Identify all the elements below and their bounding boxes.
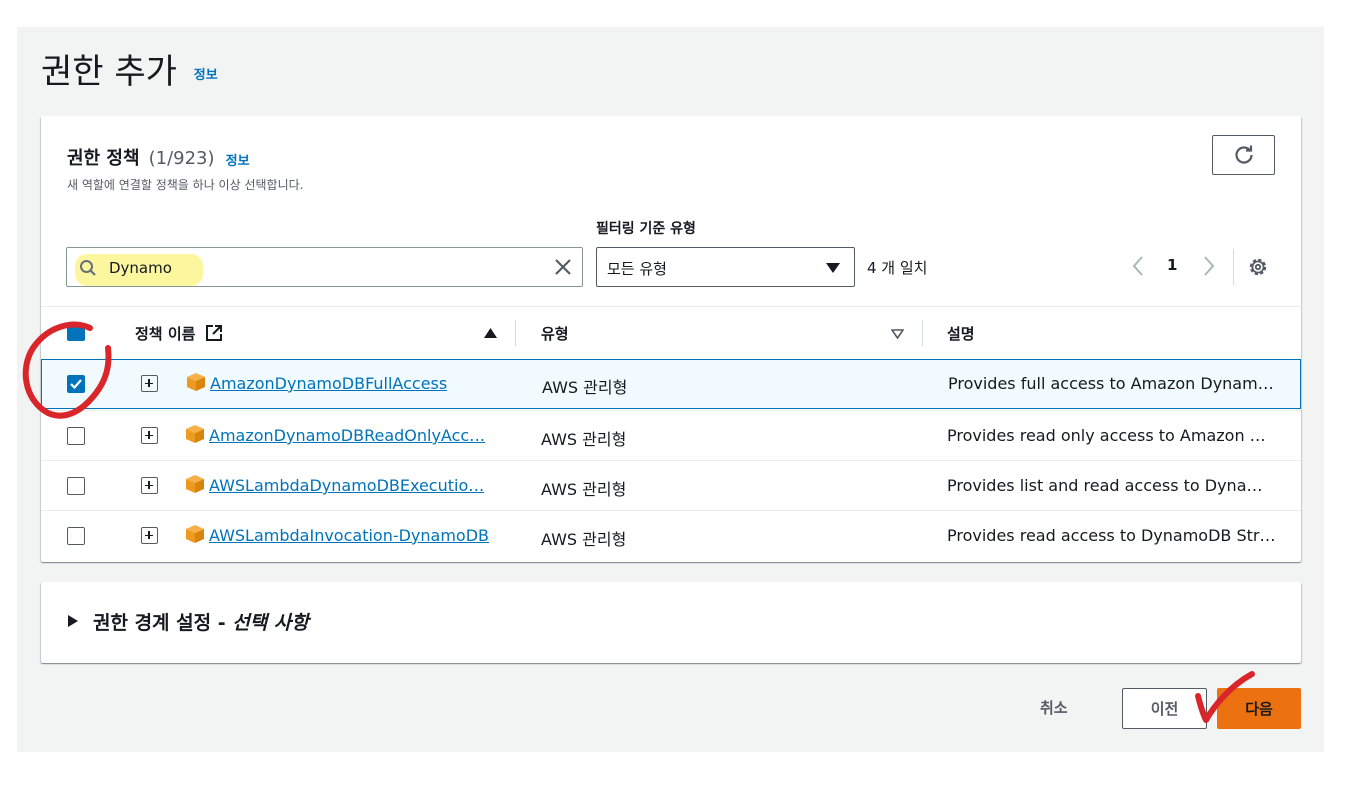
row-checkbox[interactable] — [67, 427, 85, 445]
aws-managed-policy-icon — [186, 425, 204, 443]
next-button[interactable]: 다음 — [1217, 688, 1301, 729]
select-all-checkbox[interactable] — [67, 323, 85, 341]
table-header: 정책 이름 유형 설명 — [41, 307, 1301, 359]
page-number[interactable]: 1 — [1167, 256, 1177, 274]
panel-title: 권한 정책 — [67, 148, 140, 169]
table-row[interactable]: AWSLambdaInvocation-DynamoDB AWS 관리형 Pro… — [41, 510, 1301, 560]
table-row[interactable]: AmazonDynamoDBReadOnlyAcc… AWS 관리형 Provi… — [41, 410, 1301, 460]
row-checkbox[interactable] — [67, 527, 85, 545]
previous-button[interactable]: 이전 — [1122, 688, 1207, 729]
page-title-text: 권한 추가 — [41, 52, 177, 92]
row-checkbox[interactable] — [67, 375, 85, 393]
column-header-label: 정책 이름 — [135, 325, 196, 343]
match-count: 4 개 일치 — [867, 259, 928, 277]
column-header-policy-name[interactable]: 정책 이름 — [135, 323, 223, 344]
page-title: 권한 추가 정보 — [41, 44, 218, 93]
aws-managed-policy-icon — [186, 475, 204, 493]
table-row[interactable]: AWSLambdaDynamoDBExecutio… AWS 관리형 Provi… — [41, 460, 1301, 510]
policy-name-link[interactable]: AWSLambdaDynamoDBExecutio… — [209, 476, 484, 495]
expand-icon[interactable] — [141, 527, 158, 544]
panel-header: 권한 정책 (1/923) 정보 — [67, 144, 250, 170]
policy-description: Provides list and read access to Dynam… — [947, 476, 1277, 495]
column-divider — [515, 320, 516, 346]
panel-info-link[interactable]: 정보 — [226, 154, 250, 169]
checkmark-icon — [69, 378, 82, 389]
expand-icon[interactable] — [141, 427, 158, 444]
aws-managed-policy-icon — [186, 525, 204, 543]
policy-type: AWS 관리형 — [541, 530, 627, 549]
caret-right-icon — [68, 615, 78, 627]
boundary-title-text: 권한 경계 설정 - — [93, 612, 233, 634]
clear-icon[interactable] — [554, 258, 572, 276]
aws-managed-policy-icon — [187, 373, 205, 391]
expand-icon[interactable] — [141, 477, 158, 494]
external-link-icon[interactable] — [205, 324, 223, 342]
row-checkbox[interactable] — [67, 477, 85, 495]
column-header-description[interactable]: 설명 — [947, 323, 975, 344]
type-filter-select[interactable]: 모든 유형 — [596, 247, 855, 287]
pager-divider — [1233, 249, 1234, 285]
type-filter-value: 모든 유형 — [607, 260, 667, 278]
refresh-button[interactable] — [1212, 135, 1275, 175]
column-header-type[interactable]: 유형 — [541, 323, 569, 344]
policy-type: AWS 관리형 — [541, 430, 627, 449]
refresh-icon — [1234, 145, 1253, 164]
search-input[interactable]: Dynamo — [66, 247, 583, 287]
search-icon — [80, 260, 96, 276]
page-info-link[interactable]: 정보 — [194, 68, 218, 83]
sort-descending-icon[interactable] — [891, 329, 904, 339]
policy-name-link[interactable]: AmazonDynamoDBFullAccess — [210, 374, 447, 393]
policy-description: Provides read access to DynamoDB Str… — [947, 526, 1276, 545]
chevron-right-icon[interactable] — [1201, 255, 1217, 277]
gear-icon[interactable] — [1247, 256, 1269, 278]
policy-description: Provides full access to Amazon Dynam… — [948, 374, 1274, 393]
permissions-policies-panel: 권한 정책 (1/923) 정보 새 역할에 연결할 정책을 하나 이상 선택합… — [41, 116, 1301, 562]
permissions-boundary-expander[interactable]: 권한 경계 설정 - 선택 사항 — [41, 582, 1301, 663]
boundary-title: 권한 경계 설정 - 선택 사항 — [93, 608, 309, 635]
policy-name-link[interactable]: AWSLambdaInvocation-DynamoDB — [209, 526, 489, 545]
panel-count: (1/923) — [148, 148, 215, 169]
filter-type-label: 필터링 기준 유형 — [596, 221, 696, 237]
chevron-left-icon[interactable] — [1130, 255, 1146, 277]
table-row[interactable]: AmazonDynamoDBFullAccess AWS 관리형 Provide… — [41, 359, 1301, 409]
cancel-button[interactable]: 취소 — [1040, 697, 1068, 718]
search-value: Dynamo — [109, 259, 172, 277]
policy-type: AWS 관리형 — [542, 378, 628, 397]
policy-description: Provides read only access to Amazon D… — [947, 426, 1277, 445]
sort-ascending-icon[interactable] — [484, 328, 497, 338]
expand-icon[interactable] — [141, 375, 158, 392]
column-divider — [922, 320, 923, 346]
caret-down-icon — [826, 263, 840, 273]
policy-type: AWS 관리형 — [541, 480, 627, 499]
policy-name-link[interactable]: AmazonDynamoDBReadOnlyAcc… — [209, 426, 485, 445]
boundary-optional-text: 선택 사항 — [232, 612, 309, 634]
panel-description: 새 역할에 연결할 정책을 하나 이상 선택합니다. — [67, 178, 304, 192]
